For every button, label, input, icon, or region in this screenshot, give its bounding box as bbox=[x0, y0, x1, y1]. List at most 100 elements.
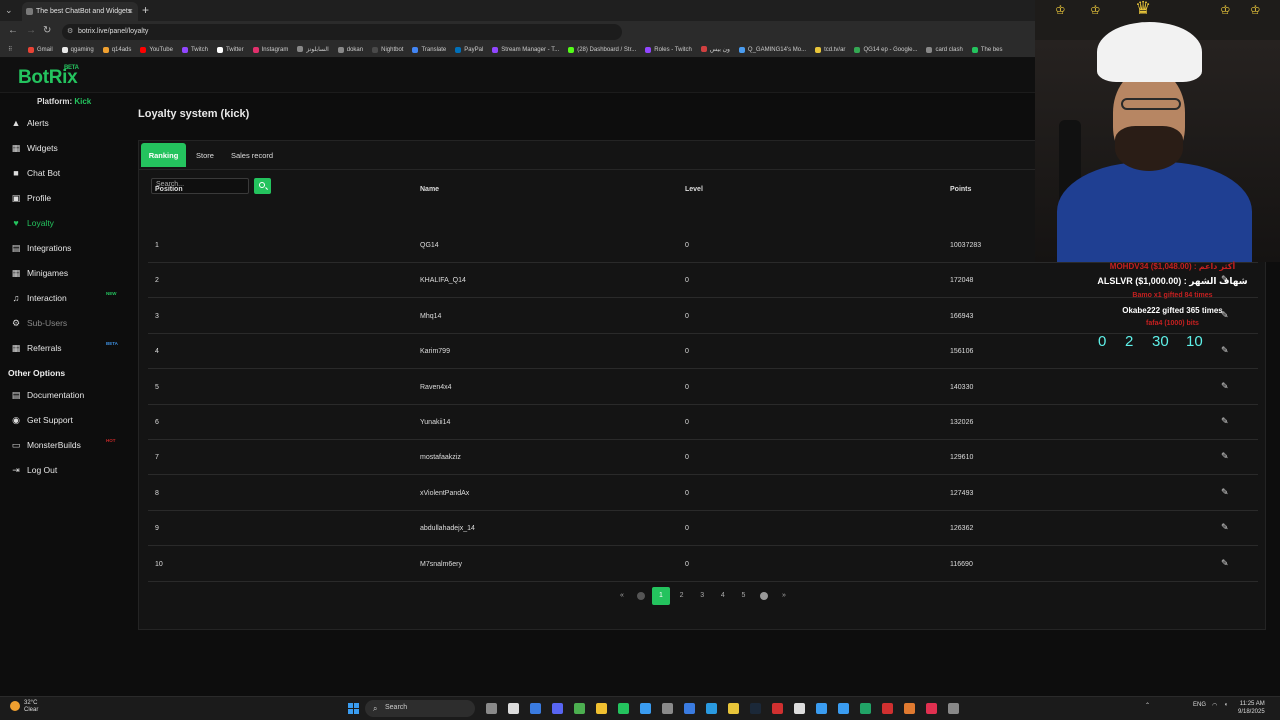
taskbar-app-icon[interactable] bbox=[728, 703, 739, 714]
tab-list-icon[interactable]: ⌄ bbox=[5, 5, 13, 16]
taskbar-app-icon[interactable] bbox=[794, 703, 805, 714]
taskbar-app-icon[interactable] bbox=[684, 703, 695, 714]
back-icon[interactable]: ← bbox=[8, 25, 18, 36]
sidebar-item-interaction[interactable]: ♫ Interaction NEW bbox=[0, 285, 125, 310]
taskbar-app-icon[interactable] bbox=[772, 703, 783, 714]
header-name: Name bbox=[420, 186, 440, 193]
pager-page[interactable]: 5 bbox=[734, 587, 752, 605]
sidebar-item-label: Interaction bbox=[27, 293, 67, 303]
widgets-icon: ▦ bbox=[11, 143, 21, 153]
system-clock[interactable]: 11:25 AM 9/18/2025 bbox=[1238, 700, 1265, 716]
bookmark-item[interactable]: Stream Manager - T... bbox=[492, 47, 559, 53]
tray-chevron-icon[interactable]: ⌃ bbox=[1145, 702, 1150, 709]
bookmark-item[interactable]: Roles - Twitch bbox=[645, 47, 692, 53]
bookmark-item[interactable]: The bes bbox=[971, 47, 1003, 53]
pager-page[interactable]: 4 bbox=[714, 587, 732, 605]
pager-first[interactable]: « bbox=[613, 587, 631, 605]
taskbar-app-icon[interactable] bbox=[508, 703, 519, 714]
taskbar-app-icon[interactable] bbox=[618, 703, 629, 714]
edit-icon[interactable]: ✎ bbox=[1221, 345, 1229, 356]
taskbar-app-icon[interactable] bbox=[838, 703, 849, 714]
pager-page[interactable]: 2 bbox=[673, 587, 691, 605]
bookmark-item[interactable]: tcd.tv/ar bbox=[815, 47, 845, 53]
sidebar-item-chat-bot[interactable]: ■ Chat Bot bbox=[0, 160, 125, 185]
bookmark-item[interactable]: ون بيس bbox=[700, 46, 730, 53]
bookmark-item[interactable]: Instagram bbox=[252, 47, 288, 53]
new-tab-icon[interactable]: + bbox=[142, 3, 149, 17]
bookmark-item[interactable]: QG14 ep - Google... bbox=[854, 47, 917, 53]
taskbar-app-icon[interactable] bbox=[574, 703, 585, 714]
taskbar-app-icon[interactable] bbox=[882, 703, 893, 714]
sidebar-item-get-support[interactable]: ◉ Get Support bbox=[0, 407, 125, 432]
tab-close-icon[interactable]: × bbox=[128, 6, 133, 16]
language-indicator[interactable]: ENG bbox=[1193, 702, 1206, 708]
sidebar-item-profile[interactable]: ▣ Profile bbox=[0, 185, 125, 210]
bookmark-item[interactable]: السابلونز bbox=[297, 46, 329, 53]
taskbar-app-icon[interactable] bbox=[552, 703, 563, 714]
bookmark-item[interactable]: (28) Dashboard / Str... bbox=[568, 47, 636, 53]
search-button[interactable] bbox=[254, 178, 271, 194]
sidebar-item-sub-users[interactable]: ⚙ Sub-Users bbox=[0, 310, 125, 335]
sidebar-item-loyalty[interactable]: ♥ Loyalty bbox=[0, 210, 125, 235]
reload-icon[interactable]: ↻ bbox=[43, 25, 51, 36]
pager-last[interactable]: » bbox=[775, 587, 793, 605]
sidebar-badge: BETA bbox=[106, 341, 118, 346]
bookmark-item[interactable]: q14ads bbox=[102, 47, 131, 53]
taskbar-app-icon[interactable] bbox=[706, 703, 717, 714]
sidebar-item-documentation[interactable]: ▤ Documentation bbox=[0, 382, 125, 407]
edit-icon[interactable]: ✎ bbox=[1221, 522, 1229, 533]
taskbar-app-icon[interactable] bbox=[926, 703, 937, 714]
edit-icon[interactable]: ✎ bbox=[1221, 487, 1229, 498]
sidebar-item-integrations[interactable]: ▤ Integrations bbox=[0, 235, 125, 260]
sidebar-item-referrals[interactable]: ▦ Referrals BETA bbox=[0, 335, 125, 360]
bookmark-item[interactable]: Nightbot bbox=[372, 47, 403, 53]
edit-icon[interactable]: ✎ bbox=[1221, 558, 1229, 569]
taskbar-app-icon[interactable] bbox=[662, 703, 673, 714]
volume-icon[interactable]: ◖ bbox=[1224, 702, 1228, 708]
taskbar-app-icon[interactable] bbox=[530, 703, 541, 714]
sidebar-item-alerts[interactable]: ▲ Alerts bbox=[0, 110, 125, 135]
sidebar-item-minigames[interactable]: ▦ Minigames bbox=[0, 260, 125, 285]
bookmark-item[interactable]: Twitter bbox=[216, 47, 244, 53]
taskbar-app-icon[interactable] bbox=[640, 703, 651, 714]
sidebar-item-monsterbuilds[interactable]: ▭ MonsterBuilds HOT bbox=[0, 432, 125, 457]
tab-sales-record[interactable]: Sales record bbox=[227, 143, 277, 167]
bookmark-item[interactable]: YouTube bbox=[140, 47, 173, 53]
bookmark-item[interactable]: Gmail bbox=[28, 47, 53, 53]
taskbar-app-icon[interactable] bbox=[750, 703, 761, 714]
tab-ranking[interactable]: Ranking bbox=[141, 143, 186, 167]
browser-tab[interactable]: The best ChatBot and Widgets × bbox=[22, 2, 138, 21]
bookmark-item[interactable]: qgaming bbox=[61, 47, 94, 53]
taskbar-search[interactable]: ⌕ Search bbox=[365, 700, 475, 717]
bookmark-item[interactable]: card clash bbox=[926, 47, 963, 53]
network-icon[interactable]: ◠ bbox=[1212, 702, 1217, 709]
taskbar-app-icon[interactable] bbox=[860, 703, 871, 714]
botrix-logo[interactable]: BotRix BETA bbox=[18, 65, 79, 89]
edit-icon[interactable]: ✎ bbox=[1221, 381, 1229, 392]
bookmark-item[interactable]: dokan bbox=[337, 47, 363, 53]
taskbar-app-icon[interactable] bbox=[948, 703, 959, 714]
url-field[interactable]: ⚙ botrix.live/panel/loyalty bbox=[62, 24, 622, 40]
sidebar-item-log-out[interactable]: ⇥ Log Out bbox=[0, 457, 125, 482]
pager-next-icon[interactable] bbox=[755, 587, 773, 605]
weather-widget[interactable]: 32°C Clear bbox=[10, 700, 38, 714]
taskbar-app-icon[interactable] bbox=[596, 703, 607, 714]
bookmark-item[interactable]: Twitch bbox=[181, 47, 208, 53]
windows-start-icon[interactable] bbox=[348, 703, 359, 714]
bookmark-item[interactable]: Q_GAMING14's Mo... bbox=[738, 47, 806, 53]
taskbar-app-icon[interactable] bbox=[904, 703, 915, 714]
bookmark-item[interactable]: Translate bbox=[412, 47, 446, 53]
taskbar-app-icon[interactable] bbox=[816, 703, 827, 714]
tab-store[interactable]: Store bbox=[190, 143, 220, 167]
sidebar-item-widgets[interactable]: ▦ Widgets bbox=[0, 135, 125, 160]
taskbar-app-icon[interactable] bbox=[486, 703, 497, 714]
site-info-icon[interactable]: ⚙ bbox=[67, 27, 73, 35]
apps-icon[interactable]: ⠿ bbox=[8, 46, 16, 53]
edit-icon[interactable]: ✎ bbox=[1221, 416, 1229, 427]
edit-icon[interactable]: ✎ bbox=[1221, 451, 1229, 462]
pager-prev-icon[interactable] bbox=[632, 587, 650, 605]
forward-icon[interactable]: → bbox=[26, 25, 36, 36]
bookmark-item[interactable]: PayPal bbox=[455, 47, 483, 53]
pager-page[interactable]: 1 bbox=[652, 587, 670, 605]
pager-page[interactable]: 3 bbox=[693, 587, 711, 605]
